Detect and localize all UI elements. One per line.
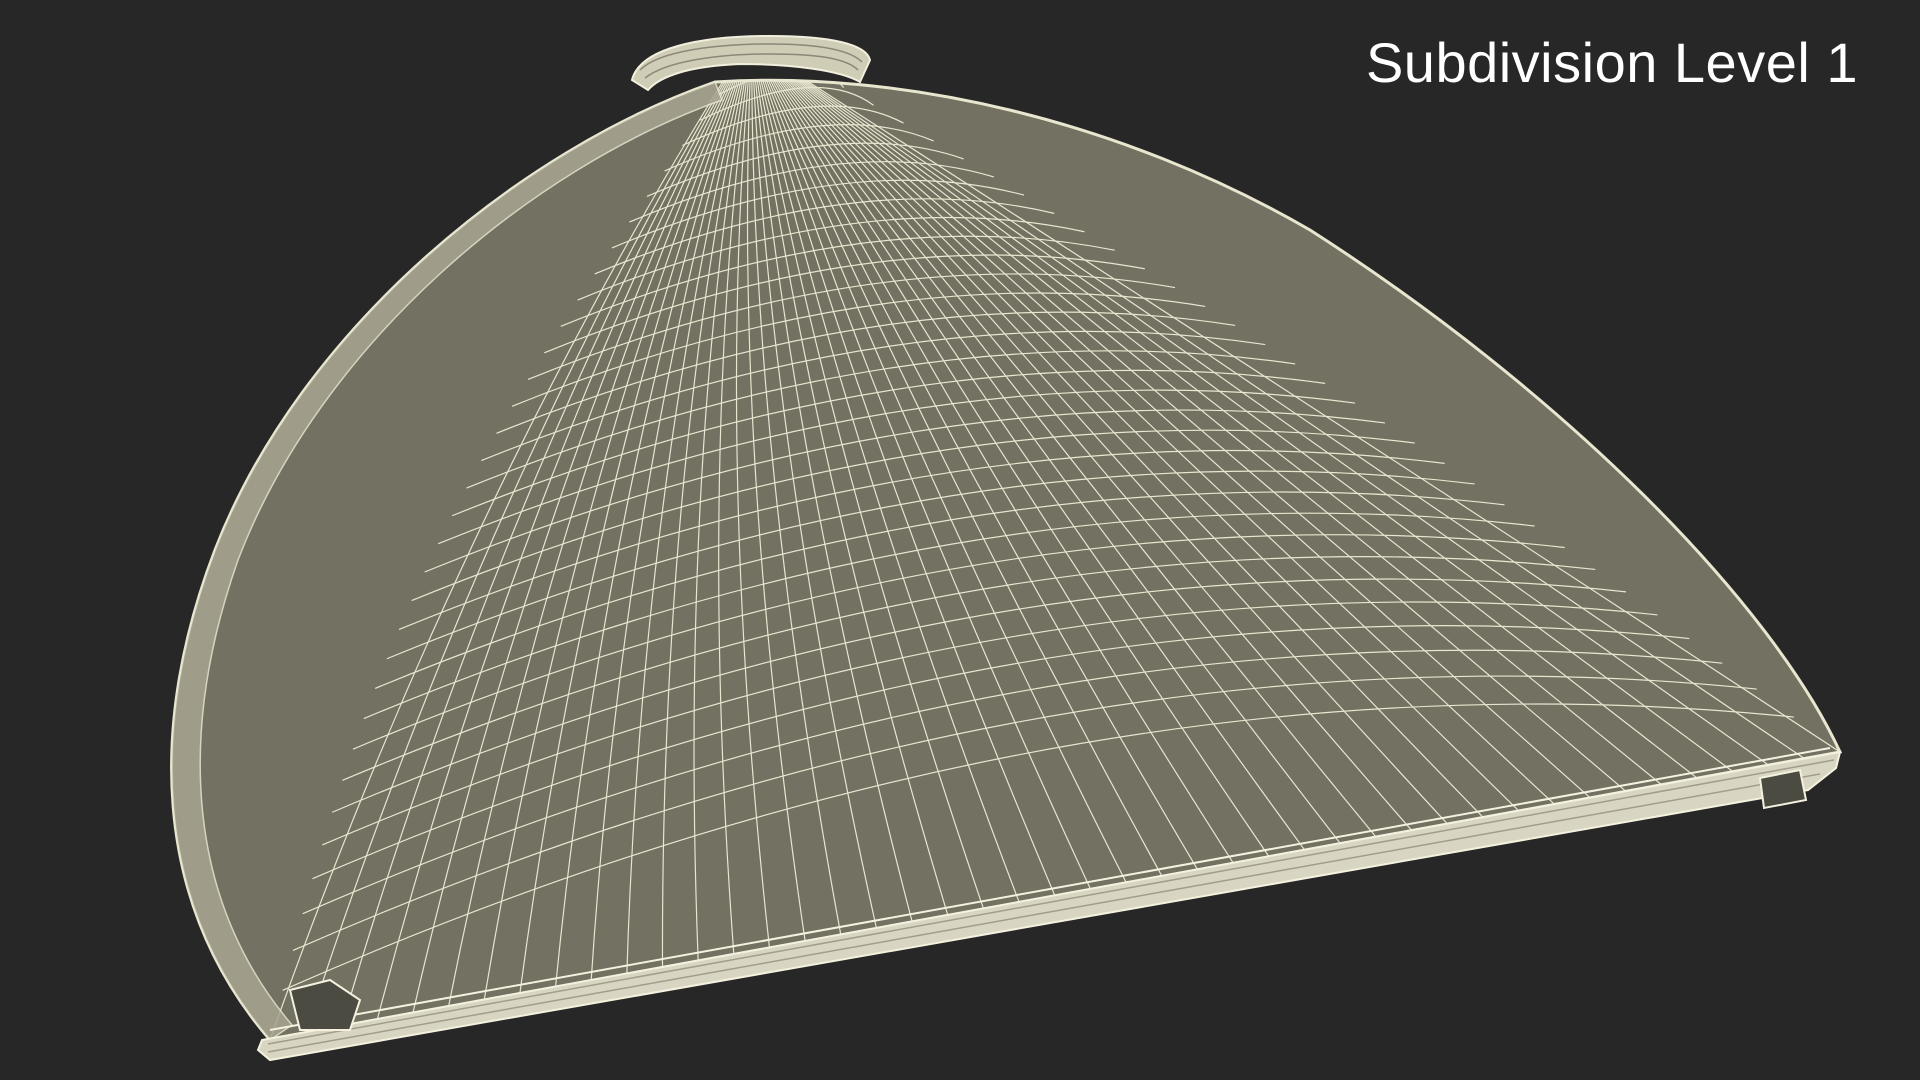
- wireframe-model: [170, 34, 1843, 1062]
- subdivision-level-label: Subdivision Level 1: [1365, 31, 1858, 94]
- viewport: Subdivision Level 1: [0, 0, 1920, 1080]
- dome-shell: [170, 78, 1843, 1042]
